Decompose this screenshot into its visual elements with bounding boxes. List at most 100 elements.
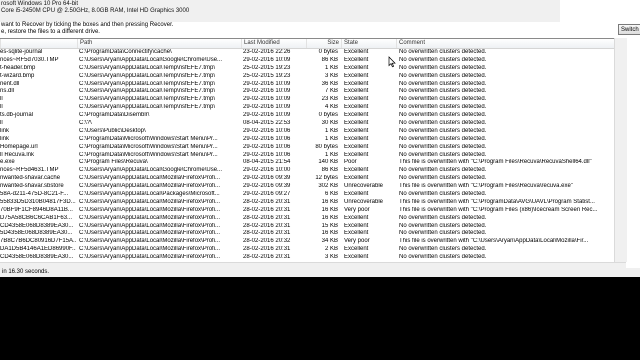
cell-path: C:\Program Files\Recuva\	[79, 159, 148, 166]
table-row[interactable]: link C:\ProgramData\Microsoft\Windows\Sta…	[0, 136, 614, 144]
cell-comment: This file is overwritten with "C:\Progra…	[399, 198, 595, 205]
vertical-scrollbar[interactable]	[614, 38, 627, 262]
cell-comment: No overwritten clusters detected.	[399, 64, 487, 71]
instruction-line-1: want to Recover by ticking the boxes and…	[1, 22, 174, 28]
table-row[interactable]: 70BF9F1CF8946D8A11B... C:\Users\Aryan\App…	[0, 207, 614, 215]
cell-size: 12 bytes	[315, 175, 338, 182]
cell-filename: ns.dll	[0, 88, 15, 95]
cell-size: 1 KB	[324, 135, 338, 142]
cell-last-modified: 29-02-2016 10:09	[243, 80, 291, 87]
cell-last-modified: 29-02-2016 10:09	[243, 56, 291, 63]
table-row[interactable]: 5D4358E068D8389EA30... C:\Users\Aryan\App…	[0, 230, 614, 238]
cell-last-modified: 29-02-2016 09:39	[243, 183, 291, 190]
cell-path: C:\ProgramData\Microsoft\Windows\Start M…	[79, 151, 218, 158]
cell-filename: CD4358E068D8389EA30...	[0, 222, 74, 229]
table-row[interactable]: ll Recuva.lnk C:\ProgramData\Microsoft\Wi…	[0, 152, 614, 160]
table-row[interactable]: nwanted-shavar.sbstore C:\Users\Aryan\App…	[0, 183, 614, 191]
cell-state: Excellent	[344, 80, 369, 87]
cell-size: 3 KB	[324, 72, 338, 79]
table-row[interactable]: CD4358E068D8389EA30... C:\Users\Aryan\App…	[0, 254, 614, 262]
cell-size: 16 KB	[321, 214, 338, 221]
cell-state: Excellent	[344, 64, 369, 71]
table-row[interactable]: e.exe C:\Program Files\Recuva\ 08-04-2015 …	[0, 159, 614, 167]
switch-to-advanced-button[interactable]: Switch	[618, 24, 640, 35]
cell-last-modified: 29-02-2016 10:09	[243, 104, 291, 111]
cell-comment: No overwritten clusters detected.	[399, 72, 487, 79]
cell-comment: No overwritten clusters detected.	[399, 191, 487, 198]
cell-last-modified: 08-04-2015 22:53	[243, 120, 291, 127]
table-row[interactable]: link C:\Users\Public\Desktop\ 29-02-2016 1…	[0, 128, 614, 136]
table-row[interactable]: nent.dll C:\Users\Aryan\AppData\Local\Tem…	[0, 81, 614, 89]
column-header-last-modified[interactable]: Last Modified	[241, 39, 306, 48]
cell-path: C:\Users\Public\Desktop\	[79, 127, 146, 134]
cell-state: Excellent	[344, 56, 369, 63]
table-row[interactable]: DA1D5B4146A1ED86990F... C:\Users\Aryan\Ap…	[0, 246, 614, 254]
cell-state: Unrecoverable	[344, 198, 384, 205]
cell-path: C:\Users\Aryan\AppData\Local\Google\Chro…	[79, 167, 223, 174]
system-info-panel: rosoft Windows 10 Pro 64-bit Core i5-245…	[0, 0, 560, 22]
cell-size: 140 KB	[318, 159, 338, 166]
cell-path: C:\ProgramData\Microsoft\Windows\Start M…	[79, 135, 218, 142]
table-row[interactable]: nces~RF5d4631.TMP C:\Users\Aryan\AppData\…	[0, 167, 614, 175]
table-row[interactable]: Homepage.url C:\ProgramData\Microsoft\Win…	[0, 144, 614, 152]
instruction-line-2: e, restore the files to a different driv…	[1, 29, 100, 35]
column-header-comment[interactable]: Comment	[396, 39, 614, 48]
cell-state: Poor	[344, 159, 357, 166]
cell-state: Excellent	[344, 191, 369, 198]
cell-size: 80 bytes	[315, 143, 338, 150]
column-header-path[interactable]: Path	[77, 39, 241, 48]
table-row[interactable]: nces~RF5d7030.TMP C:\Users\Aryan\AppData\…	[0, 57, 614, 65]
cell-filename: ll	[0, 96, 3, 103]
cell-state: Excellent	[344, 151, 369, 158]
cell-last-modified: 28-02-2016 20:31	[243, 230, 291, 237]
table-row[interactable]: ns.dll C:\Users\Aryan\AppData\Local\Temp\…	[0, 88, 614, 96]
cell-state: Excellent	[344, 135, 369, 142]
cell-size: 34 KB	[321, 238, 338, 245]
table-row[interactable]: ts.db-journal C:\ProgramData\Disemblr\ 29-…	[0, 112, 614, 120]
cell-state: Unrecoverable	[344, 183, 384, 190]
table-row[interactable]: 7B8C7B6DC80916D7F15A... C:\Users\Aryan\Ap…	[0, 238, 614, 246]
cell-comment: No overwritten clusters detected.	[399, 254, 487, 261]
table-row[interactable]: ll C:\Users\Aryan\AppData\Local\Temp\nsfE…	[0, 96, 614, 104]
cell-path: C:\Users\Aryan\AppData\Local\Temp\nsfEFE…	[79, 80, 216, 87]
table-row[interactable]: t-wizard.bmp C:\Users\Aryan\AppData\Local…	[0, 73, 614, 81]
cell-path: C:\Users\Aryan\AppData\Local\Google\Chro…	[79, 56, 223, 63]
cell-size: 1 KB	[324, 64, 338, 71]
cell-path: C:\Users\Aryan\AppData\Local\Mozilla\Fir…	[79, 214, 221, 221]
cell-comment: This file is overwritten with "C:\Progra…	[399, 183, 573, 190]
column-header-filename[interactable]	[0, 39, 78, 48]
cell-filename: D75A58CB6C6CAB1F63...	[0, 214, 73, 221]
cell-comment: No overwritten clusters detected.	[399, 135, 487, 142]
table-row[interactable]: t-header.bmp C:\Users\Aryan\AppData\Local…	[0, 65, 614, 73]
table-body: es-sqlite-journal C:\ProgramData\Connecti…	[0, 49, 614, 263]
table-row[interactable]: D75A58CB6C6CAB1F63... C:\Users\Aryan\AppD…	[0, 215, 614, 223]
column-header-state[interactable]: State	[341, 39, 396, 48]
cell-path: C:\Users\Aryan\AppData\Local\Mozilla\Fir…	[79, 222, 221, 229]
cell-last-modified: 28-02-2016 20:31	[243, 222, 291, 229]
cell-state: Excellent	[344, 72, 369, 79]
cell-comment: No overwritten clusters detected.	[399, 175, 487, 182]
cell-path: C:\Users\Aryan\AppData\Local\Mozilla\Fir…	[79, 238, 221, 245]
cell-filename: ts.db-journal	[0, 112, 34, 119]
cell-size: 4 KB	[324, 104, 338, 111]
table-row[interactable]: nwanted-shavar.cache C:\Users\Aryan\AppDa…	[0, 175, 614, 183]
column-header-size[interactable]: Size	[306, 39, 341, 48]
cell-size: 36 KB	[321, 80, 338, 87]
cell-last-modified: 29-02-2016 10:09	[243, 112, 291, 119]
cell-last-modified: 29-02-2016 10:06	[243, 127, 291, 134]
table-row[interactable]: 58A-d211-475D-8C21-F... C:\Users\Aryan\Ap…	[0, 191, 614, 199]
table-row[interactable]: es-sqlite-journal C:\ProgramData\Connecti…	[0, 49, 614, 57]
cell-size: 86 KB	[321, 56, 338, 63]
cell-last-modified: 23-02-2016 22:26	[243, 49, 291, 55]
cell-last-modified: 28-02-2016 20:31	[243, 198, 291, 205]
table-row[interactable]: 55833D5D310B04817F3D... C:\Users\Aryan\Ap…	[0, 199, 614, 207]
cell-last-modified: 28-02-2016 20:32	[243, 238, 291, 245]
cell-state: Excellent	[344, 230, 369, 237]
cell-last-modified: 28-02-2016 20:31	[243, 214, 291, 221]
table-row[interactable]: ll C:\?\ 08-04-2015 22:53 30 KB Excellent No …	[0, 120, 614, 128]
table-row[interactable]: ll C:\Users\Aryan\AppData\Local\Temp\nsfE…	[0, 104, 614, 112]
cell-state: Excellent	[344, 175, 369, 182]
table-row[interactable]: CD4358E068D8389EA30... C:\Users\Aryan\App…	[0, 223, 614, 231]
cell-last-modified: 28-02-2016 20:31	[243, 254, 291, 261]
cell-state: Excellent	[344, 254, 369, 261]
